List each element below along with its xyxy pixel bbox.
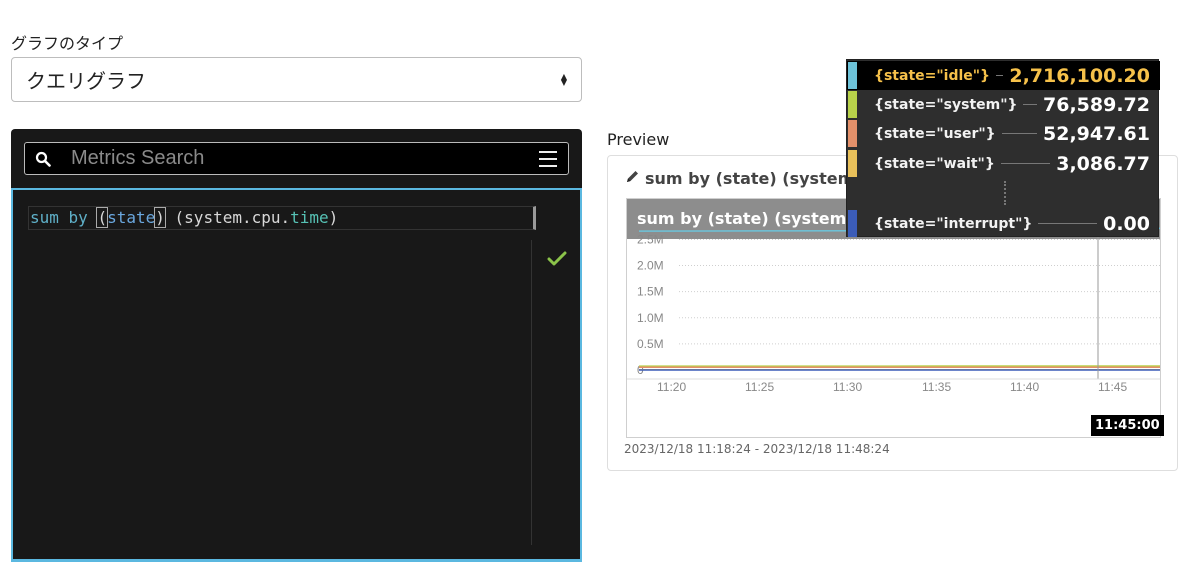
query-token: (system.cpu. bbox=[164, 208, 291, 227]
query-token: sum bbox=[30, 208, 59, 227]
check-icon bbox=[547, 251, 567, 271]
preview-card-title-text: sum by (state) (system. bbox=[645, 169, 861, 188]
menu-icon[interactable] bbox=[528, 150, 568, 167]
tooltip-ellipsis bbox=[1004, 181, 1006, 205]
query-token: ) bbox=[154, 207, 166, 228]
tooltip-color-swatch bbox=[848, 150, 857, 177]
query-token: ( bbox=[96, 207, 109, 228]
query-editor: sum by (state) (system.cpu.time) bbox=[11, 129, 582, 562]
tooltip-series-label: {state="interrupt"} bbox=[874, 215, 1033, 232]
tooltip-series-label: {state="user"} bbox=[874, 125, 996, 142]
query-line[interactable]: sum by (state) (system.cpu.time) bbox=[28, 206, 536, 230]
query-token: time bbox=[290, 208, 329, 227]
tooltip-row: {state="idle"} 2,716,100.20 bbox=[847, 61, 1160, 90]
tooltip-leader-line bbox=[1038, 223, 1097, 224]
x-tick-label: 11:40 bbox=[1010, 380, 1039, 394]
tooltip-series-value: 3,086.77 bbox=[1056, 152, 1150, 175]
query-code-area[interactable]: sum by (state) (system.cpu.time) bbox=[11, 188, 582, 562]
tooltip-leader-line bbox=[996, 75, 1003, 76]
tooltip-series-value: 0.00 bbox=[1103, 212, 1150, 235]
hover-tooltip: {state="idle"} 2,716,100.20 {state="system… bbox=[846, 59, 1160, 238]
tooltip-leader-line bbox=[1023, 104, 1037, 105]
tooltip-color-swatch bbox=[848, 91, 857, 118]
tooltip-series-value: 52,947.61 bbox=[1043, 122, 1150, 145]
hover-time-badge: 11:45:00 bbox=[1091, 415, 1164, 436]
y-tick-label: 2.5M bbox=[637, 232, 664, 246]
search-icon bbox=[25, 151, 61, 167]
query-token bbox=[88, 208, 98, 227]
tooltip-series-label: {state="wait"} bbox=[874, 155, 995, 172]
select-arrows-icon: ▲ ▼ bbox=[560, 71, 567, 87]
tooltip-series-value: 2,716,100.20 bbox=[1009, 64, 1150, 87]
metrics-search-input[interactable] bbox=[61, 143, 528, 174]
preview-label: Preview bbox=[607, 130, 670, 149]
query-token: state bbox=[107, 208, 156, 227]
y-tick-label: 0.5M bbox=[637, 337, 664, 351]
graph-type-value: クエリグラフ bbox=[26, 69, 146, 93]
tooltip-color-swatch bbox=[848, 120, 857, 147]
y-tick-label: 1.0M bbox=[637, 311, 664, 325]
tooltip-row: {state="system"} 76,589.72 bbox=[847, 90, 1160, 119]
graph-type-label: グラフのタイプ bbox=[11, 34, 124, 53]
query-token: by bbox=[68, 208, 88, 227]
pencil-icon bbox=[625, 169, 640, 188]
query-token bbox=[59, 208, 69, 227]
x-tick-label: 11:45 bbox=[1098, 380, 1127, 394]
tooltip-series-label: {state="system"} bbox=[874, 96, 1018, 113]
y-tick-label: 2.0M bbox=[637, 259, 664, 273]
editor-gutter-line bbox=[531, 240, 532, 545]
y-tick-label: 1.5M bbox=[637, 285, 664, 299]
query-token: ) bbox=[328, 208, 339, 227]
tooltip-row: {state="wait"} 3,086.77 bbox=[847, 149, 1160, 178]
tooltip-series-value: 76,589.72 bbox=[1043, 93, 1150, 116]
x-tick-label: 11:25 bbox=[745, 380, 774, 394]
tooltip-leader-line bbox=[1002, 133, 1037, 134]
time-range: 2023/12/18 11:18:24 - 2023/12/18 11:48:2… bbox=[624, 442, 890, 456]
tooltip-color-swatch bbox=[848, 210, 857, 237]
preview-card-title[interactable]: sum by (state) (system. bbox=[625, 169, 860, 188]
metrics-search-bar bbox=[24, 142, 569, 175]
tooltip-color-swatch bbox=[848, 62, 857, 89]
tooltip-leader-line bbox=[1001, 163, 1050, 164]
tooltip-row: {state="interrupt"} 0.00 bbox=[847, 209, 1160, 238]
x-tick-label: 11:20 bbox=[657, 380, 686, 394]
tooltip-series-label: {state="idle"} bbox=[874, 67, 991, 84]
x-tick-label: 11:35 bbox=[922, 380, 951, 394]
graph-type-select[interactable]: クエリグラフ ▲ ▼ bbox=[11, 57, 582, 102]
x-tick-label: 11:30 bbox=[833, 380, 862, 394]
tooltip-row: {state="user"} 52,947.61 bbox=[847, 119, 1160, 148]
